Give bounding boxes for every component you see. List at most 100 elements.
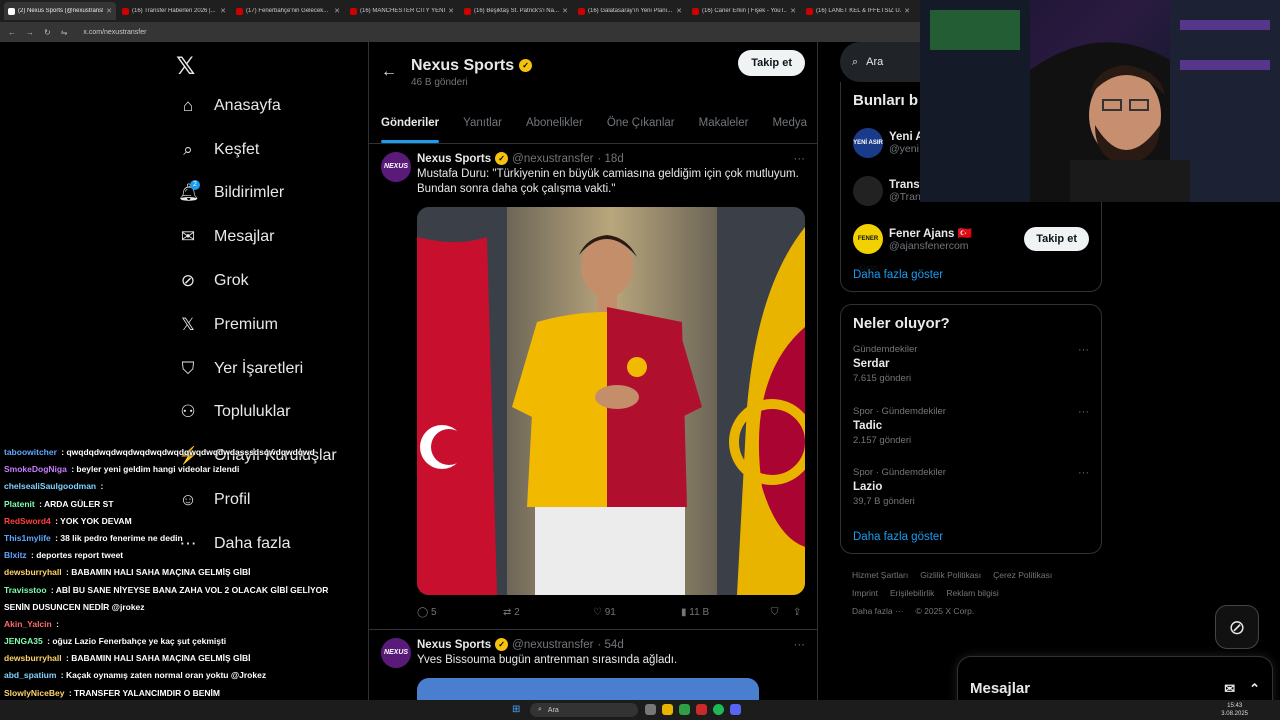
more-options-icon[interactable]: ··· — [794, 153, 806, 165]
nav-item-keşfet[interactable]: ⌕ Keşfet — [170, 128, 360, 172]
browser-tab[interactable]: (16) Galatasaray'ın Yeni Planı... ✕ — [574, 2, 686, 20]
nav-item-anasayfa[interactable]: ⌂ Anasayfa — [170, 84, 360, 128]
share-icon[interactable]: ⇪ — [793, 607, 801, 618]
show-more-link[interactable]: Daha fazla göster — [853, 269, 1089, 281]
taskbar-clock[interactable]: 15:43 3.08.2025 — [1221, 702, 1248, 718]
trend-item[interactable]: Spor · Gündemdekiler Lazio 39,7 B gönderi ·… — [853, 465, 1089, 527]
footer-link[interactable]: © 2025 X Corp. — [916, 606, 975, 616]
browser-tab[interactable]: (16) Transfer Haberleri 2026 |... ✕ — [118, 2, 230, 20]
tab-3[interactable]: Öne Çıkanlar — [607, 117, 675, 129]
trend-count: 7.615 gönderi — [853, 373, 912, 384]
footer-link[interactable]: Daha fazla ··· — [852, 606, 904, 616]
show-more-link[interactable]: Daha fazla göster — [853, 531, 1089, 543]
footer-link[interactable]: Erişilebilirlik — [890, 588, 934, 598]
follow-button[interactable]: Takip et — [1024, 227, 1089, 251]
account-name[interactable]: Fener Ajans 🇹🇷 — [889, 226, 972, 240]
forward-arrow-icon[interactable]: → — [26, 28, 34, 37]
account-name[interactable]: Yeni A — [889, 131, 924, 143]
task-view-icon[interactable] — [645, 704, 656, 715]
chat-message: RedSword4 : YOK YOK DEVAM — [4, 515, 132, 526]
footer-link[interactable]: Reklam bilgisi — [946, 588, 998, 598]
views-button[interactable]: ▮ 11 B — [681, 607, 771, 618]
browser-tab[interactable]: (2) Nexus Sports (@nexustransf... ✕ — [4, 2, 116, 20]
retweet-button[interactable]: ⇄ 2 — [503, 607, 593, 618]
nav-item-yer-i-şaretleri[interactable]: ⛉ Yer İşaretleri — [170, 347, 360, 391]
more-options-icon[interactable]: ··· — [1078, 344, 1089, 356]
nav-item-grok[interactable]: ⊘ Grok — [170, 259, 360, 303]
app-icon[interactable] — [696, 704, 707, 715]
chrome-icon[interactable] — [679, 704, 690, 715]
clock-time: 15:43 — [1227, 703, 1243, 709]
avatar[interactable]: NEXUS — [381, 638, 411, 668]
account-handle: @yeni — [889, 143, 919, 155]
browser-tab[interactable]: (16) LANET KEL & İFFETSİZ Ü... ✕ — [802, 2, 914, 20]
close-icon[interactable]: ✕ — [904, 7, 910, 15]
like-button[interactable]: ♡ 91 — [593, 607, 681, 618]
file-explorer-icon[interactable] — [662, 704, 673, 715]
follow-button[interactable]: Takip et — [738, 50, 805, 76]
trend-item[interactable]: Gündemdekiler Serdar 7.615 gönderi ··· — [853, 342, 1089, 404]
footer-link[interactable]: Çerez Politikası — [993, 570, 1052, 580]
bookmark-icon[interactable]: ⛉ — [771, 607, 793, 618]
tab-5[interactable]: Medya — [772, 117, 807, 129]
more-options-icon[interactable]: ··· — [794, 639, 806, 651]
tweet[interactable]: NEXUS Nexus Sports ✓ @nexustransfer · 54… — [369, 630, 817, 709]
grok-floating-button[interactable]: ⊘ — [1215, 605, 1259, 649]
discord-icon[interactable] — [730, 704, 741, 715]
tab-4[interactable]: Makaleler — [699, 117, 749, 129]
tweet-time[interactable]: · 54d — [598, 639, 624, 651]
more-options-icon[interactable]: ··· — [1078, 467, 1089, 479]
more-options-icon[interactable]: ··· — [1078, 406, 1089, 418]
who-to-follow-item[interactable]: FENER AJANS Fener Ajans 🇹🇷 @ajansfenercom T… — [853, 215, 1089, 272]
tweet[interactable]: NEXUS Nexus Sports ✓ @nexustransfer · 18… — [369, 144, 817, 630]
trend-item[interactable]: Spor · Gündemdekiler Tadic 2.157 gönderi ··… — [853, 404, 1089, 466]
x-logo-icon[interactable]: 𝕏 — [176, 48, 360, 84]
nav-item-bildirimler[interactable]: 🔔︎ 2 Bildirimler — [170, 172, 360, 216]
avatar[interactable]: FENER AJANS — [853, 224, 883, 272]
close-icon[interactable]: ✕ — [106, 7, 112, 15]
close-icon[interactable]: ✕ — [676, 7, 682, 15]
new-message-icon[interactable]: ✉ — [1224, 681, 1235, 697]
expand-chevron-icon[interactable]: ⌃ — [1249, 681, 1260, 697]
avatar[interactable]: YENİ ASIR — [853, 128, 883, 158]
close-icon[interactable]: ✕ — [220, 7, 226, 15]
close-icon[interactable]: ✕ — [448, 7, 454, 15]
account-name[interactable]: Transf — [889, 179, 924, 191]
taskbar-search[interactable]: ⌕ Ara — [530, 703, 638, 717]
back-arrow-icon[interactable]: ← — [8, 28, 16, 37]
back-arrow-icon[interactable]: ← — [381, 63, 411, 81]
browser-tab[interactable]: (16) MANCHESTER CITY YENİ... ✕ — [346, 2, 458, 20]
tab-0[interactable]: Gönderiler — [381, 117, 440, 143]
tweet-photo[interactable]: 1905 — [417, 207, 805, 595]
close-icon[interactable]: ✕ — [334, 7, 340, 15]
site-info-icon[interactable]: ⇋ — [61, 28, 68, 37]
windows-start-icon[interactable]: ⊞ — [512, 704, 520, 715]
nav-item-premium[interactable]: 𝕏 Premium — [170, 303, 360, 347]
tweet-author-handle[interactable]: @nexustransfer — [512, 153, 593, 165]
url-field[interactable]: x.com/nexustransfer — [83, 29, 146, 36]
browser-tab[interactable]: (16) Caner Erkin | Fişek - YouT... ✕ — [688, 2, 800, 20]
nav-item-topluluklar[interactable]: ⚇ Topluluklar — [170, 391, 360, 435]
chat-username: Akin_Yalcin — [4, 618, 52, 629]
tweet-author-name[interactable]: Nexus Sports — [417, 153, 491, 165]
avatar[interactable]: NEXUS — [381, 152, 411, 182]
reload-icon[interactable]: ↻ — [44, 28, 51, 37]
tweet-author-name[interactable]: Nexus Sports — [417, 639, 491, 651]
browser-tab[interactable]: (17) Fenerbahçe'nin Gelecek... ✕ — [232, 2, 344, 20]
browser-tab[interactable]: (16) Beşiktaş St. Patrick's'i Na... ✕ — [460, 2, 572, 20]
footer-link[interactable]: Imprint — [852, 588, 878, 598]
footer-link[interactable]: Gizlilik Politikası — [920, 570, 981, 580]
tweet-author-handle[interactable]: @nexustransfer — [512, 639, 593, 651]
tab-2[interactable]: Abonelikler — [526, 117, 583, 129]
chat-username: abd_spatium — [4, 670, 57, 681]
spotify-icon[interactable] — [713, 704, 724, 715]
close-icon[interactable]: ✕ — [790, 7, 796, 15]
tab-1[interactable]: Yanıtlar — [463, 117, 502, 129]
close-icon[interactable]: ✕ — [562, 7, 568, 15]
avatar[interactable] — [853, 176, 883, 206]
footer-link[interactable]: Hizmet Şartları — [852, 570, 908, 580]
nav-item-mesajlar[interactable]: ✉ Mesajlar — [170, 215, 360, 259]
tweet-time[interactable]: · 18d — [598, 153, 624, 165]
reply-button[interactable]: ◯ 5 — [417, 607, 503, 618]
chat-message: dewsburryhall : BABAMIN HALI SAHA MAÇINA… — [4, 567, 251, 578]
